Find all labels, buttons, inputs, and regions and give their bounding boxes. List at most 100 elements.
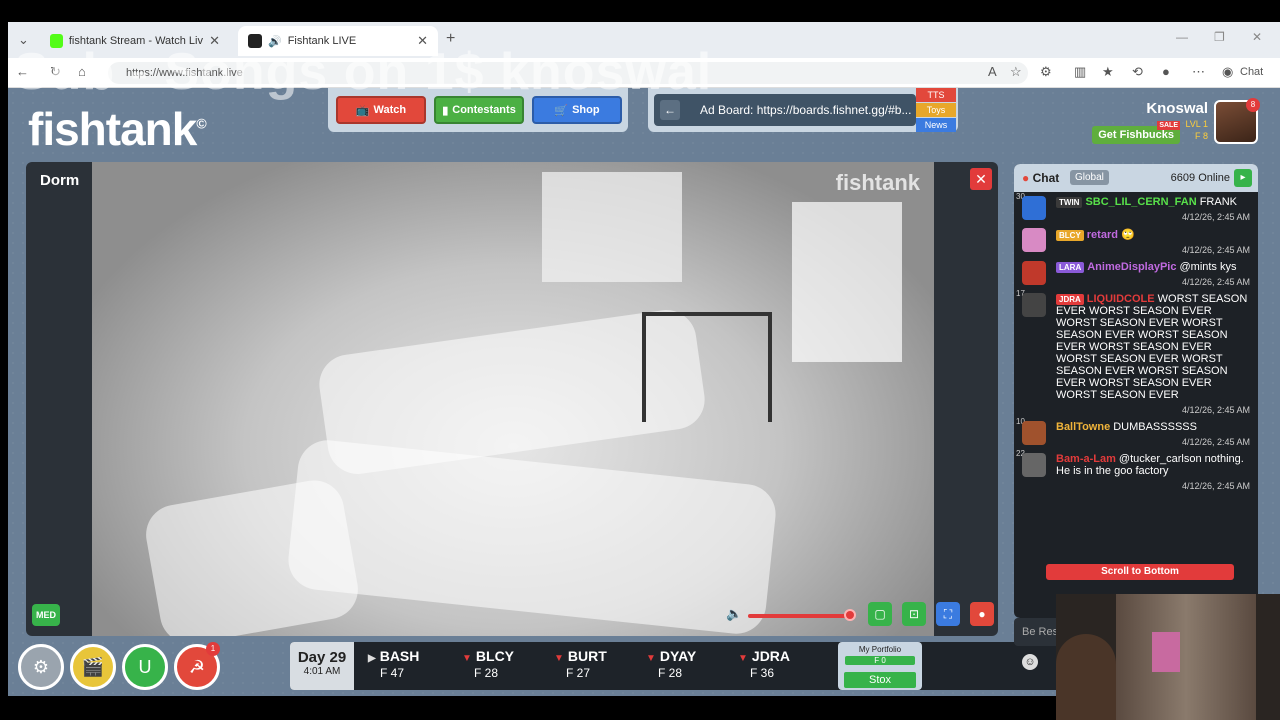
- close-tab-icon[interactable]: ✕: [417, 33, 428, 49]
- address-bar: ← ↻ ⌂ https://www.fishtank.live A ☆ ⚙ ▥ …: [8, 58, 1280, 88]
- chat-username[interactable]: BallTowne: [1056, 421, 1110, 433]
- screen: ⌄ fishtank Stream - Watch Live on K ✕ 🔊 …: [0, 0, 1280, 720]
- trend-down-icon: ▼: [646, 653, 656, 664]
- chat-username[interactable]: retard: [1087, 229, 1118, 241]
- favorites-icon[interactable]: ★: [1102, 64, 1114, 80]
- bed-shape: [285, 437, 779, 636]
- chat-text: DUMBASSSSSS: [1113, 421, 1197, 433]
- chat-username[interactable]: LIQUIDCOLE: [1087, 293, 1155, 305]
- logo-mark: ©: [196, 115, 206, 132]
- split-screen-icon[interactable]: ▥: [1074, 64, 1086, 80]
- users-icon[interactable]: ▸: [1234, 169, 1252, 187]
- tab-toys[interactable]: Toys: [916, 103, 956, 117]
- maximize-icon[interactable]: ❐: [1214, 30, 1225, 44]
- chat-avatar[interactable]: [1022, 421, 1046, 445]
- watch-button[interactable]: 📺 Watch: [336, 96, 426, 124]
- contestant-dyay[interactable]: ▼ DYAY F 28: [646, 648, 736, 680]
- chat-username[interactable]: SBC_LIL_CERN_FAN: [1085, 196, 1196, 208]
- contestant-score: F 36: [750, 666, 775, 680]
- volume-icon[interactable]: 🔈: [726, 606, 742, 622]
- copilot-icon[interactable]: ◉: [1222, 64, 1233, 80]
- ad-back-arrow-icon[interactable]: ←: [660, 100, 680, 120]
- minimize-icon[interactable]: —: [1176, 30, 1188, 44]
- magnet-icon[interactable]: U: [122, 644, 168, 690]
- contestant-bash[interactable]: ▶ BASH F 47: [368, 648, 458, 680]
- notification-badge[interactable]: 8: [1246, 98, 1260, 112]
- new-tab-button[interactable]: +: [446, 30, 455, 48]
- tab-tts[interactable]: TTS: [916, 88, 956, 102]
- user-panel: Knoswal Get Fishbucks SALE LVL 1F 8 8: [1060, 98, 1260, 150]
- chat-message: 10 BallTowne DUMBASSSSSS 4/12/26, 2:45 AM: [1014, 417, 1258, 449]
- contestant-score: F 28: [658, 666, 683, 680]
- record-icon[interactable]: ●: [970, 602, 994, 626]
- chat-username[interactable]: AnimeDisplayPic: [1087, 261, 1176, 273]
- refresh-icon[interactable]: ↻: [50, 64, 61, 80]
- ad-board-panel: Ad Board: https://boards.fishnet.gg/#b..…: [648, 88, 958, 132]
- chat-channel-button[interactable]: Global: [1070, 170, 1109, 185]
- tab-title: fishtank Stream - Watch Live on K: [68, 35, 203, 47]
- url-input[interactable]: https://www.fishtank.live: [108, 62, 1028, 84]
- chat-avatar[interactable]: [1022, 453, 1046, 477]
- chat-avatar[interactable]: [1022, 293, 1046, 317]
- chat-text: FRANK: [1199, 196, 1237, 208]
- tab-kick[interactable]: fishtank Stream - Watch Live on K ✕: [40, 26, 230, 56]
- contestant-burt[interactable]: ▼ BURT F 27: [554, 648, 644, 680]
- clip-icon[interactable]: ▢: [868, 602, 892, 626]
- close-tab-icon[interactable]: ✕: [209, 33, 220, 49]
- chat-text: WORST SEASON EVER WORST SEASON EVER WORS…: [1056, 293, 1248, 401]
- more-options-icon[interactable]: ⋯: [1192, 64, 1205, 80]
- fullscreen-icon[interactable]: ⛶: [936, 602, 960, 626]
- contestants-button[interactable]: ▮ Contestants: [434, 96, 524, 124]
- chat-avatar[interactable]: [1022, 196, 1046, 220]
- chat-timestamp: 4/12/26, 2:45 AM: [1181, 212, 1250, 222]
- contestant-score: F 27: [566, 666, 591, 680]
- chat-timestamp: 4/12/26, 2:45 AM: [1181, 405, 1250, 415]
- extensions-icon[interactable]: ⚙: [1040, 64, 1052, 80]
- chat-avatar[interactable]: [1022, 261, 1046, 285]
- kick-favicon-icon: [50, 34, 63, 48]
- camera-feed[interactable]: fishtank: [92, 162, 934, 636]
- chat-avatar[interactable]: [1022, 228, 1046, 252]
- quality-button[interactable]: MED: [32, 604, 60, 626]
- online-count: 6609 Online: [1170, 172, 1230, 184]
- tab-fishtank[interactable]: 🔊 Fishtank LIVE ✕: [238, 26, 438, 56]
- read-aloud-icon[interactable]: A: [988, 64, 997, 79]
- tv-icon: 📺: [355, 104, 370, 117]
- settings-gear-icon[interactable]: ⚙: [18, 644, 64, 690]
- volume-knob[interactable]: [844, 609, 856, 621]
- favorite-star-icon[interactable]: ☆: [1010, 64, 1022, 80]
- username[interactable]: Knoswal: [1146, 100, 1208, 117]
- close-window-icon[interactable]: ✕: [1252, 30, 1262, 44]
- back-icon[interactable]: ←: [16, 64, 29, 79]
- ad-board-text[interactable]: Ad Board: https://boards.fishnet.gg/#b..…: [654, 94, 916, 126]
- stox-button[interactable]: Stox: [844, 672, 916, 688]
- speaker-icon[interactable]: 🔊: [268, 35, 282, 48]
- webcam-overlay: [1056, 594, 1280, 720]
- cast-icon[interactable]: ⊡: [902, 602, 926, 626]
- portfolio-value: F 0: [845, 656, 915, 665]
- shop-button[interactable]: 🛒 Shop: [532, 96, 622, 124]
- volume-slider[interactable]: [748, 614, 848, 618]
- chat-text: @mints kys: [1179, 261, 1237, 273]
- chat-text: 🙄: [1120, 229, 1135, 241]
- contestants-label: Contestants: [452, 104, 516, 116]
- person-icon: ▮: [442, 104, 449, 117]
- close-video-button[interactable]: ✕: [970, 168, 992, 190]
- tab-list-icon[interactable]: ⌄: [18, 32, 29, 48]
- clapperboard-icon[interactable]: 🎬: [70, 644, 116, 690]
- contestant-blcy[interactable]: ▼ BLCY F 28: [462, 648, 552, 680]
- scroll-to-bottom-button[interactable]: Scroll to Bottom: [1046, 564, 1234, 580]
- emoji-icon[interactable]: ☺: [1022, 654, 1038, 670]
- fishtank-logo[interactable]: fishtank©: [28, 102, 207, 156]
- contestant-jdra[interactable]: ▼ JDRA F 36: [738, 648, 828, 680]
- chat-messages[interactable]: 30 TWIN SBC_LIL_CERN_FAN FRANK 4/12/26, 2:45…: [1014, 192, 1258, 618]
- chat-header: ● Chat Global 6609 Online ▸: [1014, 164, 1258, 192]
- tab-news[interactable]: News: [916, 118, 956, 132]
- copilot-chat-label[interactable]: Chat: [1240, 66, 1263, 78]
- home-icon[interactable]: ⌂: [78, 64, 86, 79]
- history-icon[interactable]: ⟲: [1132, 64, 1143, 80]
- chat-username[interactable]: Bam-a-Lam: [1056, 453, 1116, 465]
- portfolio-panel: My Portfolio F 0 Stox: [838, 642, 922, 690]
- contestant-score: F 28: [474, 666, 499, 680]
- profile-icon[interactable]: ●: [1162, 64, 1170, 79]
